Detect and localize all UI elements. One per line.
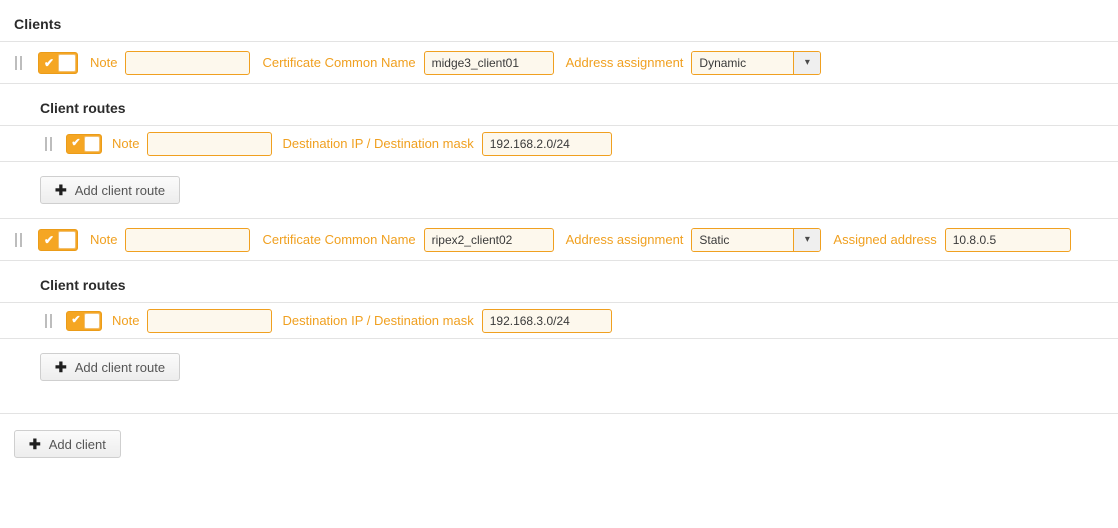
plus-icon: ✚ [29,436,41,452]
certificate-common-name-input[interactable] [423,50,554,75]
plus-icon: ✚ [55,359,67,375]
client-block: ✔ Note Certificate Common Name Address a… [0,218,1118,395]
client-routes-title: Client routes [40,100,126,116]
toggle-knob [84,135,100,152]
route-note-input[interactable] [147,308,273,333]
address-assignment-label: Address assignment [565,55,684,70]
client-row: ✔ Note Certificate Common Name Address a… [0,41,1118,84]
add-client-label: Add client [48,436,106,452]
add-client-route-label: Add client route [74,182,166,198]
check-icon: ✔ [71,314,81,326]
toggle-knob [58,53,76,72]
address-assignment-value: Dynamic [692,51,794,74]
route-row: ✔ Note Destination IP / Destination mask [0,302,1118,339]
assigned-address-label: Assigned address [833,232,937,247]
note-input[interactable] [125,50,251,75]
note-label: Note [112,136,140,151]
client-enable-toggle[interactable]: ✔ [38,51,78,74]
address-assignment-select[interactable]: Dynamic ▾ [691,50,822,75]
toggle-knob [58,230,76,249]
chevron-down-icon: ▾ [793,51,821,74]
drag-handle-icon[interactable] [44,313,54,328]
client-routes-section: Client routes ✔ Note Destination IP / De… [0,261,1118,395]
clients-page: Clients ✔ Note Certificate Common Name A… [0,0,1118,458]
drag-handle-icon[interactable] [44,136,54,151]
page-title: Clients [14,16,62,32]
route-note-input[interactable] [147,131,273,156]
chevron-down-icon: ▾ [793,228,821,251]
route-enable-toggle[interactable]: ✔ [66,133,102,154]
address-assignment-select[interactable]: Static ▾ [691,227,822,252]
certificate-common-name-input[interactable] [423,227,554,252]
client-block: ✔ Note Certificate Common Name Address a… [0,41,1118,218]
note-label: Note [90,232,118,247]
client-routes-title: Client routes [40,277,126,293]
certificate-common-name-label: Certificate Common Name [262,232,416,247]
note-label: Note [112,313,140,328]
drag-handle-icon[interactable] [14,55,24,70]
certificate-common-name-label: Certificate Common Name [262,55,416,70]
plus-icon: ✚ [55,182,67,198]
client-routes-section: Client routes ✔ Note Destination IP / De… [0,84,1118,218]
address-assignment-value: Static [692,228,794,251]
check-icon: ✔ [43,232,55,247]
add-client-button[interactable]: ✚ Add client [14,430,121,458]
note-label: Note [90,55,118,70]
assigned-address-input[interactable] [944,227,1071,252]
client-enable-toggle[interactable]: ✔ [38,228,78,251]
client-row: ✔ Note Certificate Common Name Address a… [0,218,1118,261]
check-icon: ✔ [71,137,81,149]
address-assignment-label: Address assignment [565,232,684,247]
check-icon: ✔ [43,55,55,70]
add-client-route-button[interactable]: ✚ Add client route [40,353,181,381]
add-client-route-button[interactable]: ✚ Add client route [40,176,181,204]
route-row: ✔ Note Destination IP / Destination mask [0,125,1118,162]
toggle-knob [84,312,100,329]
note-input[interactable] [125,227,251,252]
destination-input[interactable] [481,131,612,156]
add-client-route-label: Add client route [74,359,166,375]
destination-input[interactable] [481,308,612,333]
add-client-route-wrap: ✚ Add client route [0,339,1118,395]
add-client-wrap: ✚ Add client [0,414,1118,458]
destination-label: Destination IP / Destination mask [282,136,474,151]
drag-handle-icon[interactable] [14,232,24,247]
destination-label: Destination IP / Destination mask [282,313,474,328]
route-enable-toggle[interactable]: ✔ [66,310,102,331]
add-client-route-wrap: ✚ Add client route [0,162,1118,218]
